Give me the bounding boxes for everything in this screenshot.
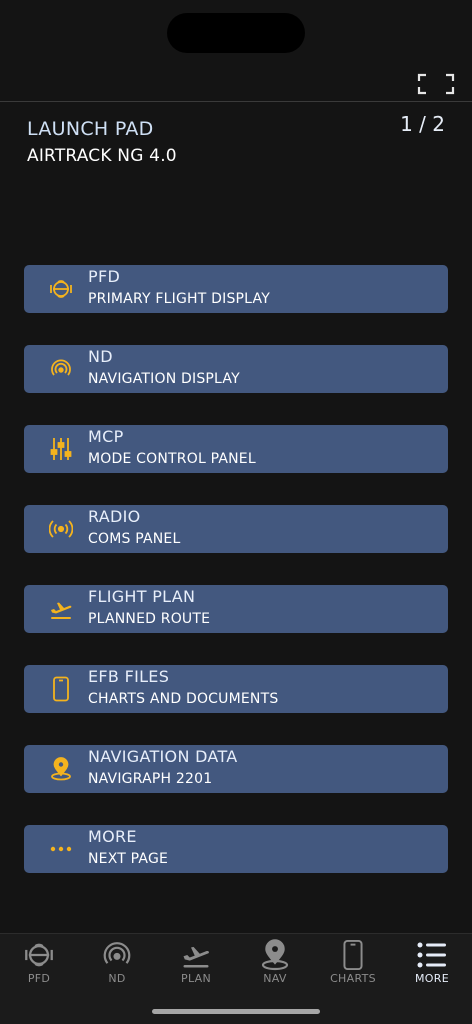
- tab-nav[interactable]: NAV: [236, 934, 314, 994]
- dynamic-island: [167, 13, 305, 53]
- tab-nd[interactable]: ND: [78, 934, 156, 994]
- nd-icon: [48, 356, 74, 382]
- nd-icon: [102, 939, 132, 971]
- menu-item-subtitle: MODE CONTROL PANEL: [88, 451, 256, 467]
- menu-item-subtitle: COMS PANEL: [88, 531, 181, 547]
- menu-item-subtitle: NAVIGRAPH 2201: [88, 771, 213, 787]
- tab-label: MORE: [415, 972, 449, 985]
- menu-item-subtitle: PRIMARY FLIGHT DISPLAY: [88, 291, 270, 307]
- radio-icon: [48, 516, 74, 542]
- menu-item-radio[interactable]: RADIO COMS PANEL: [24, 505, 448, 553]
- menu-item-subtitle: CHARTS AND DOCUMENTS: [88, 691, 279, 707]
- plane-takeoff-icon: [181, 939, 211, 971]
- menu-item-navigation-data[interactable]: NAVIGATION DATA NAVIGRAPH 2201: [24, 745, 448, 793]
- tab-label: ND: [108, 972, 126, 985]
- menu-item-title: RADIO: [88, 507, 141, 526]
- menu-item-title: NAVIGATION DATA: [88, 747, 238, 766]
- page-indicator: 1 / 2: [400, 112, 445, 136]
- tab-pfd[interactable]: PFD: [0, 934, 78, 994]
- menu-item-title: MCP: [88, 427, 124, 446]
- menu-item-title: ND: [88, 347, 113, 366]
- ellipsis-icon: [48, 836, 74, 862]
- menu-item-subtitle: PLANNED ROUTE: [88, 611, 211, 627]
- menu-item-subtitle: NEXT PAGE: [88, 851, 169, 867]
- tablet-icon: [338, 939, 368, 971]
- menu-item-pfd[interactable]: PFD PRIMARY FLIGHT DISPLAY: [24, 265, 448, 313]
- menu-item-subtitle: NAVIGATION DISPLAY: [88, 371, 240, 387]
- menu-item-nd[interactable]: ND NAVIGATION DISPLAY: [24, 345, 448, 393]
- tab-label: NAV: [263, 972, 287, 985]
- tab-label: PLAN: [181, 972, 211, 985]
- location-pin-icon: [260, 939, 290, 971]
- tab-plan[interactable]: PLAN: [157, 934, 235, 994]
- fullscreen-button[interactable]: [417, 73, 455, 95]
- menu-item-title: EFB FILES: [88, 667, 170, 686]
- tab-more[interactable]: MORE: [393, 934, 471, 994]
- menu-item-efb-files[interactable]: EFB FILES CHARTS AND DOCUMENTS: [24, 665, 448, 713]
- menu-item-mcp[interactable]: MCP MODE CONTROL PANEL: [24, 425, 448, 473]
- fullscreen-icon: [417, 73, 455, 95]
- tablet-icon: [48, 676, 74, 702]
- tab-charts[interactable]: CHARTS: [314, 934, 392, 994]
- sliders-icon: [48, 436, 74, 462]
- menu-item-flight-plan[interactable]: FLIGHT PLAN PLANNED ROUTE: [24, 585, 448, 633]
- tab-label: PFD: [27, 972, 51, 985]
- menu-item-more[interactable]: MORE NEXT PAGE: [24, 825, 448, 873]
- menu-item-title: PFD: [88, 267, 121, 286]
- menu-item-title: MORE: [88, 827, 137, 846]
- header-divider: [0, 101, 472, 102]
- plane-takeoff-icon: [48, 596, 74, 622]
- location-pin-icon: [48, 756, 74, 782]
- menu-item-title: FLIGHT PLAN: [88, 587, 196, 606]
- page-title: LAUNCH PAD: [27, 118, 154, 140]
- tab-label: CHARTS: [330, 972, 376, 985]
- home-indicator[interactable]: [152, 1009, 320, 1014]
- pfd-icon: [24, 939, 54, 971]
- pfd-icon: [48, 276, 74, 302]
- list-icon: [417, 939, 447, 971]
- app-version: AIRTRACK NG 4.0: [27, 146, 177, 166]
